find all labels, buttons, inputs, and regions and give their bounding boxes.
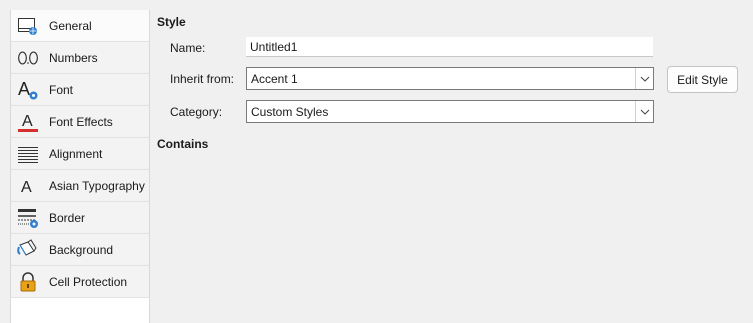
chevron-down-icon[interactable] [635,101,653,122]
sidebar-item-label: General [49,18,92,33]
sidebar-item-general[interactable]: General [11,10,149,42]
alignment-icon [17,143,39,165]
sidebar-item-border[interactable]: Border [11,202,149,234]
category-sidebar: General Numbers A Font A Font Effects Al… [10,10,150,323]
asian-typography-icon: A [17,175,39,197]
sidebar-item-label: Numbers [49,50,98,65]
sidebar-item-alignment[interactable]: Alignment [11,138,149,170]
name-field[interactable] [246,37,653,57]
svg-text:A: A [21,179,32,196]
style-section-title: Style [157,15,186,29]
sidebar-item-label: Background [49,242,114,257]
numbers-icon [17,47,39,69]
sidebar-item-background[interactable]: Background [11,234,149,266]
contains-section-title: Contains [157,137,209,151]
edit-style-button[interactable]: Edit Style [667,66,738,93]
inherit-from-dropdown[interactable]: Accent 1 [246,67,654,90]
name-label: Name: [170,41,206,55]
sidebar-item-label: Border [49,210,86,225]
sidebar-item-label: Font Effects [49,114,113,129]
category-value: Custom Styles [251,105,329,119]
sidebar-item-font[interactable]: A Font [11,74,149,106]
sidebar-item-label: Font [49,82,74,97]
sidebar-item-label: Asian Typography [49,178,145,193]
inherit-from-label: Inherit from: [170,72,235,86]
border-icon [17,207,39,229]
svg-text:A: A [18,79,30,99]
category-dropdown[interactable]: Custom Styles [246,100,654,123]
sidebar-item-cell-protection[interactable]: Cell Protection [11,266,149,298]
sidebar-item-label: Alignment [49,146,103,161]
category-label: Category: [170,105,223,119]
svg-text:A: A [22,113,33,130]
inherit-from-value: Accent 1 [251,72,298,86]
cell-protection-icon [17,271,39,293]
chevron-down-icon[interactable] [635,68,653,89]
sidebar-item-font-effects[interactable]: A Font Effects [11,106,149,138]
sidebar-item-label: Cell Protection [49,274,128,289]
font-effects-icon: A [17,111,39,133]
font-icon: A [17,79,39,101]
sidebar-item-asian-typography[interactable]: A Asian Typography [11,170,149,202]
general-icon [17,15,39,37]
sidebar-item-numbers[interactable]: Numbers [11,42,149,74]
background-icon [17,238,39,261]
